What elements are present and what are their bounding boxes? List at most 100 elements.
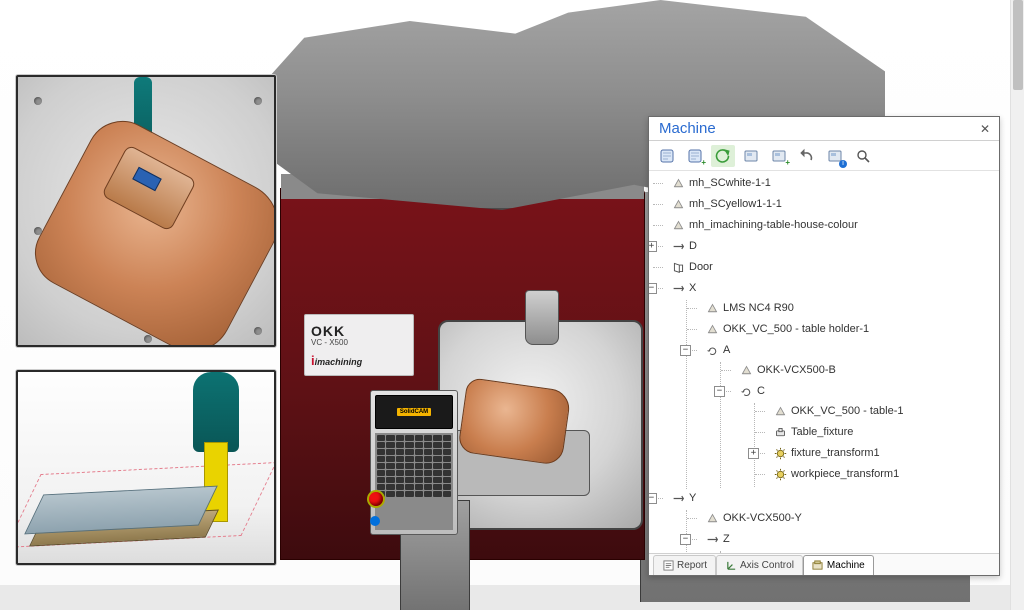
collapse-icon[interactable]: − [680,534,691,545]
expand-icon[interactable]: + [649,241,657,252]
axes-icon [725,560,737,572]
tree-node-label: OKK_VC_500 - table holder-1 [723,322,869,337]
page-scrollbar-thumb[interactable] [1013,0,1023,90]
select-tool-icon[interactable] [655,145,679,167]
collapse-icon[interactable]: − [649,283,657,294]
axis-control-tab[interactable]: Axis Control [716,555,803,575]
gear-icon [773,447,787,461]
tree-node-row[interactable]: C [739,384,765,399]
rot-icon [739,385,753,399]
tree-node-row[interactable]: OKK-VCX500-B [739,363,836,378]
tree-node-label: mh_SCyellow1-1-1 [689,197,782,212]
tree-node-row[interactable]: LMS NC4 R90 [705,301,794,316]
tree-node-label: Table_fixture [791,425,853,440]
emergency-stop-button[interactable] [369,492,383,506]
tree-node[interactable]: +D [657,238,995,259]
cnc-keypad[interactable] [375,433,453,530]
tree-node-label: OKK_VC_500 - table-1 [791,404,904,419]
fix-icon [773,426,787,440]
tree-node[interactable]: − X LMS NC4 R90 OKK_VC_500 - table holder-1… [657,280,995,490]
collapse-icon[interactable]: − [649,493,657,504]
tree-node[interactable]: mh_SCwhite-1-1 [657,175,995,196]
axis-icon [671,282,685,296]
tree-node-row[interactable]: Table_fixture [773,425,853,440]
tree-node-row[interactable]: Door [671,260,713,275]
tree-node-label: Z [723,532,730,547]
part-view-icon[interactable] [739,145,763,167]
tree-node-row[interactable]: mh_SCwhite-1-1 [671,176,771,191]
tree-node[interactable]: workpiece_transform1 [759,466,995,487]
tree-node-label: A [723,343,730,358]
machine-tab[interactable]: Machine [803,555,874,575]
mesh-icon [739,364,753,378]
tree-node-row[interactable]: mh_SCyellow1-1-1 [671,197,782,212]
inset-view-stock[interactable] [16,370,276,565]
cnc-control-panel[interactable]: SolidCAM [370,390,458,535]
report-tab[interactable]: Report [653,555,716,575]
tree-node[interactable]: Door [657,259,995,280]
inset-tool-body [193,372,239,452]
mesh-icon [705,302,719,316]
mesh-icon [671,219,685,233]
rot-icon [705,344,719,358]
close-icon[interactable]: ✕ [977,121,993,137]
mesh-icon [705,323,719,337]
inset-fixture-hole [34,97,42,105]
tree-node[interactable]: −AOKK-VCX500-B−COKK_VC_500 - table-1Tabl… [691,342,995,489]
tree-node-row[interactable]: Z [705,532,730,547]
tree-node[interactable]: Table_fixture [759,424,995,445]
tree-node-row[interactable]: workpiece_transform1 [773,467,899,482]
tree-node[interactable]: OKK_VC_500 - table-1 [759,403,995,424]
tree-node-row[interactable]: OKK-VCX500-Y [705,511,802,526]
tree-node[interactable]: LMS NC4 R90 [691,300,995,321]
inset-view-workpiece[interactable] [16,75,276,347]
tree-node[interactable]: mh_SCyellow1-1-1 [657,196,995,217]
cycle-start-button[interactable] [370,516,380,526]
tree-node[interactable]: OKK-VCX500-B [725,362,995,383]
cnc-screen-brand: SolidCAM [397,408,431,416]
tree-node-row[interactable]: mh_imachining-table-house-colour [671,218,858,233]
tree-node-row[interactable]: D [671,239,697,254]
page-scrollbar[interactable] [1010,0,1024,610]
collapse-icon[interactable]: − [680,345,691,356]
add-component-icon[interactable]: + [683,145,707,167]
nameplate-brand: OKK [311,323,345,339]
machine-tree-panel[interactable]: Machine ✕ + + i mh_SCwhite-1-1 mh_SCyellow1… [648,116,1000,576]
tree-node[interactable]: +fixture_transform1 [759,445,995,466]
undo-icon[interactable] [795,145,819,167]
tree-node-label: workpiece_transform1 [791,467,899,482]
panel-header[interactable]: Machine ✕ [649,117,999,141]
tree-node[interactable]: −COKK_VC_500 - table-1Table_fixture+fixt… [725,383,995,488]
mesh-icon [671,198,685,212]
tree-node-row[interactable]: fixture_transform1 [773,446,880,461]
tree-node-label: Door [689,260,713,275]
workpiece [457,377,571,466]
tree-node-label: C [757,384,765,399]
tree-node-row[interactable]: OKK_VC_500 - table holder-1 [705,322,869,337]
refresh-tree-icon[interactable] [711,145,735,167]
tree-node[interactable]: mh_imachining-table-house-colour [657,217,995,238]
tree-node-row[interactable]: A [705,343,730,358]
tree-node-row[interactable]: Y [671,491,696,506]
machine-tree[interactable]: mh_SCwhite-1-1 mh_SCyellow1-1-1 mh_imachin… [657,175,995,553]
tree-node[interactable]: OKK-VCX500-Y [691,510,995,531]
tree-node-label: fixture_transform1 [791,446,880,461]
part-add-icon[interactable]: + [767,145,791,167]
inset-fixture-hole [254,327,262,335]
panel-tabs: ReportAxis ControlMachine [649,553,999,575]
tree-node-row[interactable]: OKK-VCX500-Spindle nose [739,552,892,553]
tree-node-row[interactable]: OKK_VC_500 - table-1 [773,404,904,419]
expand-icon[interactable]: + [748,448,759,459]
mesh-icon [671,177,685,191]
collapse-icon[interactable]: − [714,386,725,397]
machine-nameplate: OKK VC - X500 iimachining [304,314,414,376]
tree-node[interactable]: −YOKK-VCX500-Y−ZOKK-VCX500-Spindle noseO… [657,490,995,553]
panel-body[interactable]: mh_SCwhite-1-1 mh_SCyellow1-1-1 mh_imachin… [649,171,999,553]
inspect-icon[interactable] [851,145,875,167]
tree-node[interactable]: −ZOKK-VCX500-Spindle noseOKK-VCX500-Z−st… [691,531,995,553]
tree-node[interactable]: OKK_VC_500 - table holder-1 [691,321,995,342]
tree-node[interactable]: OKK-VCX500-Spindle nose [725,551,995,553]
part-info-icon[interactable]: i [823,145,847,167]
tree-node-row[interactable]: X [671,281,696,296]
inset-fixture-hole [34,227,42,235]
